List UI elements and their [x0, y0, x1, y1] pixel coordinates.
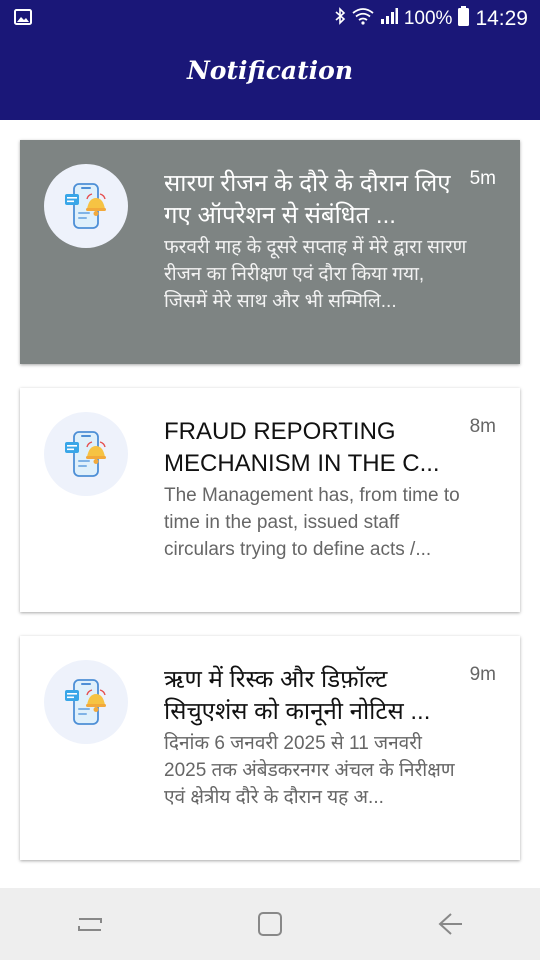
notification-icon	[44, 164, 128, 248]
notification-list[interactable]: सारण रीजन के दौरे के दौरान लिए गए ऑपरेशन…	[0, 120, 540, 888]
battery-icon	[458, 5, 470, 32]
notification-time: 9m	[469, 664, 496, 685]
home-icon[interactable]	[240, 894, 300, 954]
back-icon[interactable]	[420, 894, 480, 954]
app-bar: Notification	[0, 37, 540, 120]
notification-title: सारण रीजन के दौरे के दौरान लिए गए ऑपरेशन…	[164, 170, 451, 229]
notification-title: FRAUD REPORTING MECHANISM IN THE C...	[164, 418, 440, 477]
battery-percent: 100%	[403, 7, 453, 29]
notification-body: फरवरी माह के दूसरे सप्ताह में मेरे द्वार…	[164, 237, 467, 312]
notification-icon	[44, 660, 128, 744]
clock: 14:29	[475, 6, 528, 30]
status-bar: 100% 14:29	[0, 0, 540, 37]
notification-time: 5m	[469, 168, 496, 189]
image-icon	[14, 8, 32, 29]
notification-title: ऋण में रिस्क और डिफ़ॉल्ट सिचुएशंस को कान…	[164, 666, 431, 725]
signal-icon	[380, 7, 398, 31]
wifi-icon	[352, 7, 374, 31]
recent-apps-icon[interactable]	[60, 894, 120, 954]
notification-body: दिनांक 6 जनवरी 2025 से 11 जनवरी 2025 तक …	[164, 733, 455, 808]
system-nav-bar	[0, 888, 540, 960]
notification-time: 8m	[469, 416, 496, 437]
notification-body: The Management has, from time to time in…	[164, 485, 460, 560]
page-title: Notification	[186, 56, 354, 85]
notification-icon	[44, 412, 128, 496]
notification-card[interactable]: ऋण में रिस्क और डिफ़ॉल्ट सिचुएशंस को कान…	[20, 636, 520, 860]
notification-card[interactable]: FRAUD REPORTING MECHANISM IN THE C... 8m…	[20, 388, 520, 612]
bluetooth-icon	[334, 6, 346, 31]
notification-card[interactable]: सारण रीजन के दौरे के दौरान लिए गए ऑपरेशन…	[20, 140, 520, 364]
